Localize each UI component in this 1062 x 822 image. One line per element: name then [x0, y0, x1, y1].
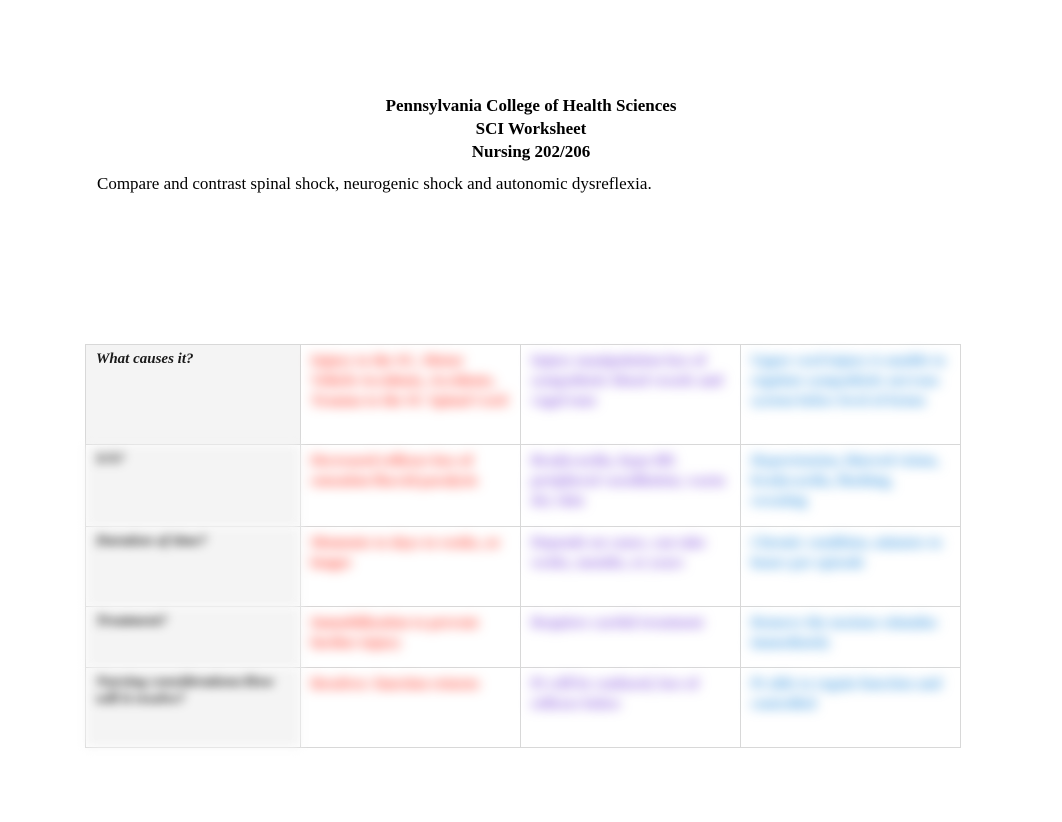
cell-neuro-duration: Depends on cause, can take weeks, months…: [521, 526, 741, 606]
header-course: Nursing 202/206: [85, 141, 977, 164]
table-row: Nursing considerations/How will it resol…: [86, 668, 961, 748]
table-row: Treatment? Immobilization to prevent fur…: [86, 606, 961, 668]
comparison-table: What causes it? Injury to the SC, Motor …: [85, 344, 961, 748]
cell-neuro-ss: Bradycardia, hypo BP, peripheral vasodil…: [521, 444, 741, 526]
cell-auto-ss: Hypertension, blurred vision, bradycardi…: [741, 444, 961, 526]
cell-auto-duration: Chronic condition, minutes to hours per …: [741, 526, 961, 606]
cell-auto-nursing: Pt able to regain function and controlle…: [741, 668, 961, 748]
row-label-treatment: Treatment?: [86, 606, 301, 668]
row-label-ss: S/S?: [86, 444, 301, 526]
table-row: What causes it? Injury to the SC, Motor …: [86, 344, 961, 444]
instruction-text: Compare and contrast spinal shock, neuro…: [97, 174, 977, 194]
cell-spinal-ss: Decreased reflexes loss of sensation fla…: [301, 444, 521, 526]
row-label-duration: Duration of time?: [86, 526, 301, 606]
cell-spinal-treatment: Immobilization to prevent further injury: [301, 606, 521, 668]
document-header: Pennsylvania College of Health Sciences …: [85, 95, 977, 164]
header-title: SCI Worksheet: [85, 118, 977, 141]
table-row: Duration of time? Moments to days to wee…: [86, 526, 961, 606]
cell-spinal-nursing: Resolves: function returns: [301, 668, 521, 748]
cell-auto-causes: Upper cord injury is unable to regulate …: [741, 344, 961, 444]
row-label-nursing: Nursing considerations/How will it resol…: [86, 668, 301, 748]
cell-spinal-causes: Injury to the SC, Motor Vehicle Accident…: [301, 344, 521, 444]
comparison-table-wrap: What causes it? Injury to the SC, Motor …: [85, 344, 977, 748]
cell-neuro-treatment: Requires careful treatment: [521, 606, 741, 668]
cell-neuro-causes: Injury manipulation loss of sympathetic …: [521, 344, 741, 444]
table-row: S/S? Decreased reflexes loss of sensatio…: [86, 444, 961, 526]
row-label-causes: What causes it?: [86, 344, 301, 444]
header-institution: Pennsylvania College of Health Sciences: [85, 95, 977, 118]
document-page: Pennsylvania College of Health Sciences …: [0, 0, 1062, 748]
cell-neuro-nursing: Pt will be confused, loss of reflexes be…: [521, 668, 741, 748]
cell-spinal-duration: Moments to days to weeks, or longer: [301, 526, 521, 606]
cell-auto-treatment: Remove the noxious stimulus immediately: [741, 606, 961, 668]
